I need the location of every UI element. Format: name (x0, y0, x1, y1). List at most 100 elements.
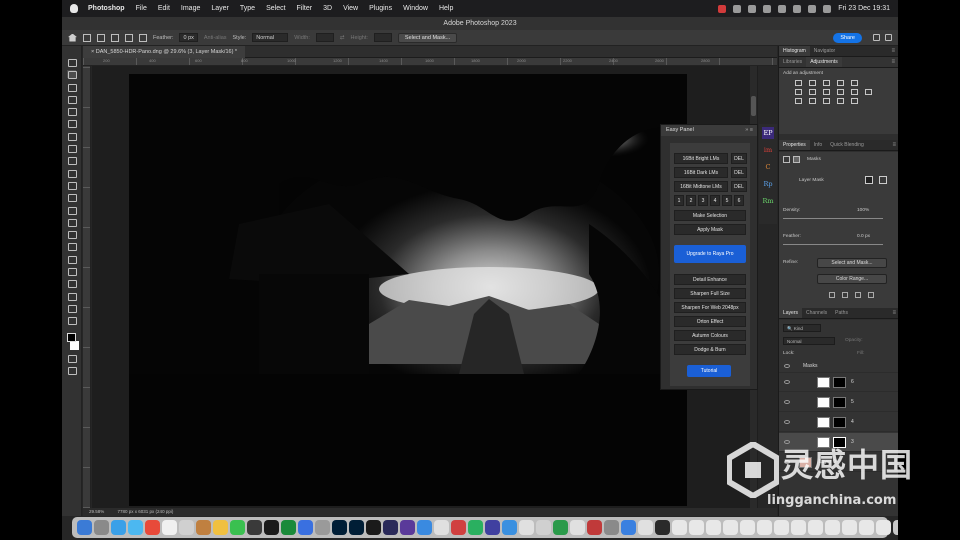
load-selection-icon[interactable] (829, 292, 835, 298)
healing-brush-tool-icon[interactable] (67, 144, 77, 154)
brush-tool-icon[interactable] (67, 156, 77, 166)
density-slider[interactable] (783, 218, 883, 219)
panel-menu-icon[interactable]: ≡ (891, 57, 895, 68)
zoom-level[interactable]: 29.58% (89, 509, 104, 514)
quick-select-tool-icon[interactable] (67, 95, 77, 104)
eraser-tool-icon[interactable] (67, 193, 77, 203)
tab-navigator[interactable]: Navigator (810, 46, 839, 56)
music-icon[interactable] (247, 520, 262, 535)
panel-menu-icon[interactable]: ≡ (892, 308, 896, 319)
menu-file[interactable]: File (136, 5, 147, 12)
panel-menu-icon[interactable]: » ≡ (745, 125, 753, 136)
blur-tool-icon[interactable] (67, 218, 77, 227)
search-icon[interactable] (873, 34, 880, 41)
status-icon[interactable] (778, 4, 787, 13)
pen-tool-icon[interactable] (67, 242, 77, 252)
document-icon[interactable] (876, 520, 891, 535)
background-color-swatch[interactable] (70, 340, 79, 350)
vertical-ruler[interactable] (83, 66, 91, 508)
bridge-icon[interactable] (366, 520, 381, 535)
menu-image[interactable]: Image (181, 5, 200, 12)
app-icon[interactable] (553, 520, 568, 535)
notes-icon[interactable] (196, 520, 211, 535)
trash-icon[interactable] (893, 520, 898, 535)
layer-row-4[interactable]: 4 (779, 413, 898, 432)
horizontal-ruler[interactable]: 200 400 600 800 1000 1200 1400 1600 1800 2000 2200… (83, 58, 777, 66)
swap-icon[interactable]: ⇄ (340, 35, 345, 41)
intersect-selection-icon[interactable] (139, 33, 147, 42)
menu-help[interactable]: Help (439, 5, 453, 12)
sharpen-full-size-button[interactable]: Sharpen Full Size (674, 288, 746, 299)
menu-layer[interactable]: Layer (211, 5, 229, 12)
tab-quick-blending[interactable]: Quick Blending (826, 140, 868, 150)
marquee-tool-preset-icon[interactable] (83, 33, 91, 42)
height-input[interactable] (373, 33, 392, 42)
select-and-mask-button[interactable]: Select and Mask... (397, 32, 458, 43)
kind-filter[interactable]: 🔍 Kind (783, 324, 821, 332)
selective-color-icon[interactable] (851, 98, 858, 104)
visibility-eye-icon[interactable] (784, 380, 790, 384)
app-icon[interactable] (638, 520, 653, 535)
clone-stamp-tool-icon[interactable] (67, 169, 77, 178)
status-icon[interactable] (763, 4, 772, 13)
number-button-3[interactable]: 3 (698, 195, 708, 206)
tab-info[interactable]: Info (810, 140, 826, 150)
app-icon[interactable] (621, 520, 636, 535)
menu-edit[interactable]: Edit (158, 5, 170, 12)
quick-mask-icon[interactable] (67, 354, 77, 364)
status-icon[interactable] (748, 4, 757, 13)
dodge-tool-icon[interactable] (67, 230, 77, 240)
finder-icon[interactable] (77, 520, 92, 535)
curves-icon[interactable] (823, 80, 830, 86)
exposure-icon[interactable] (837, 80, 844, 86)
wifi-icon[interactable] (793, 4, 802, 13)
lightroom-classic-icon[interactable] (349, 520, 364, 535)
rectangle-tool-icon[interactable] (67, 279, 77, 289)
layer-group-masks[interactable]: Masks (779, 360, 898, 373)
del-dark-button[interactable]: DEL (731, 167, 747, 178)
apply-mask-button[interactable]: Apply Mask (674, 224, 746, 235)
document-icon[interactable] (859, 520, 874, 535)
tab-layers[interactable]: Layers (779, 308, 803, 318)
dodge-burn-button[interactable]: Dodge & Burn (674, 344, 746, 355)
brightness-icon[interactable] (795, 80, 802, 86)
app-icon[interactable] (536, 520, 551, 535)
apple-menu-icon[interactable] (70, 4, 78, 13)
feather-slider[interactable] (783, 244, 883, 245)
feather-value[interactable]: 0.0 px (853, 234, 870, 239)
layer-row-5[interactable]: 5 (779, 393, 898, 412)
make-selection-button[interactable]: Make Selection (674, 210, 746, 221)
vibrance-icon[interactable] (851, 80, 858, 86)
visibility-eye-icon[interactable] (784, 400, 790, 404)
photos-icon[interactable] (162, 520, 177, 535)
scrollbar-thumb[interactable] (751, 96, 756, 116)
eyedropper-tool-icon[interactable] (67, 132, 77, 141)
dark-lms-button[interactable]: 16Bit Dark LMs (674, 167, 728, 178)
safari-icon[interactable] (111, 520, 126, 535)
number-button-2[interactable]: 2 (686, 195, 696, 206)
mail-icon[interactable] (128, 520, 143, 535)
tv-icon[interactable] (264, 520, 279, 535)
levels-icon[interactable] (809, 80, 816, 86)
reminders-icon[interactable] (213, 520, 228, 535)
color-lookup-icon[interactable] (865, 89, 872, 95)
posterize-icon[interactable] (809, 98, 816, 104)
document-icon[interactable] (706, 520, 721, 535)
gradient-map-icon[interactable] (837, 98, 844, 104)
pixel-mask-icon[interactable] (783, 156, 790, 163)
density-value[interactable]: 100% (853, 208, 869, 213)
terminal-icon[interactable] (655, 520, 670, 535)
document-icon[interactable] (842, 520, 857, 535)
hue-saturation-icon[interactable] (795, 89, 802, 95)
document-icon[interactable] (825, 520, 840, 535)
document-icon[interactable] (689, 520, 704, 535)
number-button-5[interactable]: 5 (722, 195, 732, 206)
foreground-color-swatch[interactable] (67, 332, 76, 342)
number-button-1[interactable]: 1 (674, 195, 684, 206)
history-brush-tool-icon[interactable] (67, 181, 77, 190)
visibility-eye-icon[interactable] (784, 364, 790, 368)
tab-channels[interactable]: Channels (802, 308, 831, 318)
panel-menu-icon[interactable]: ≡ (891, 46, 895, 57)
detail-enhance-button[interactable]: Detail Enhance (674, 274, 746, 285)
type-tool-icon[interactable] (67, 255, 77, 264)
